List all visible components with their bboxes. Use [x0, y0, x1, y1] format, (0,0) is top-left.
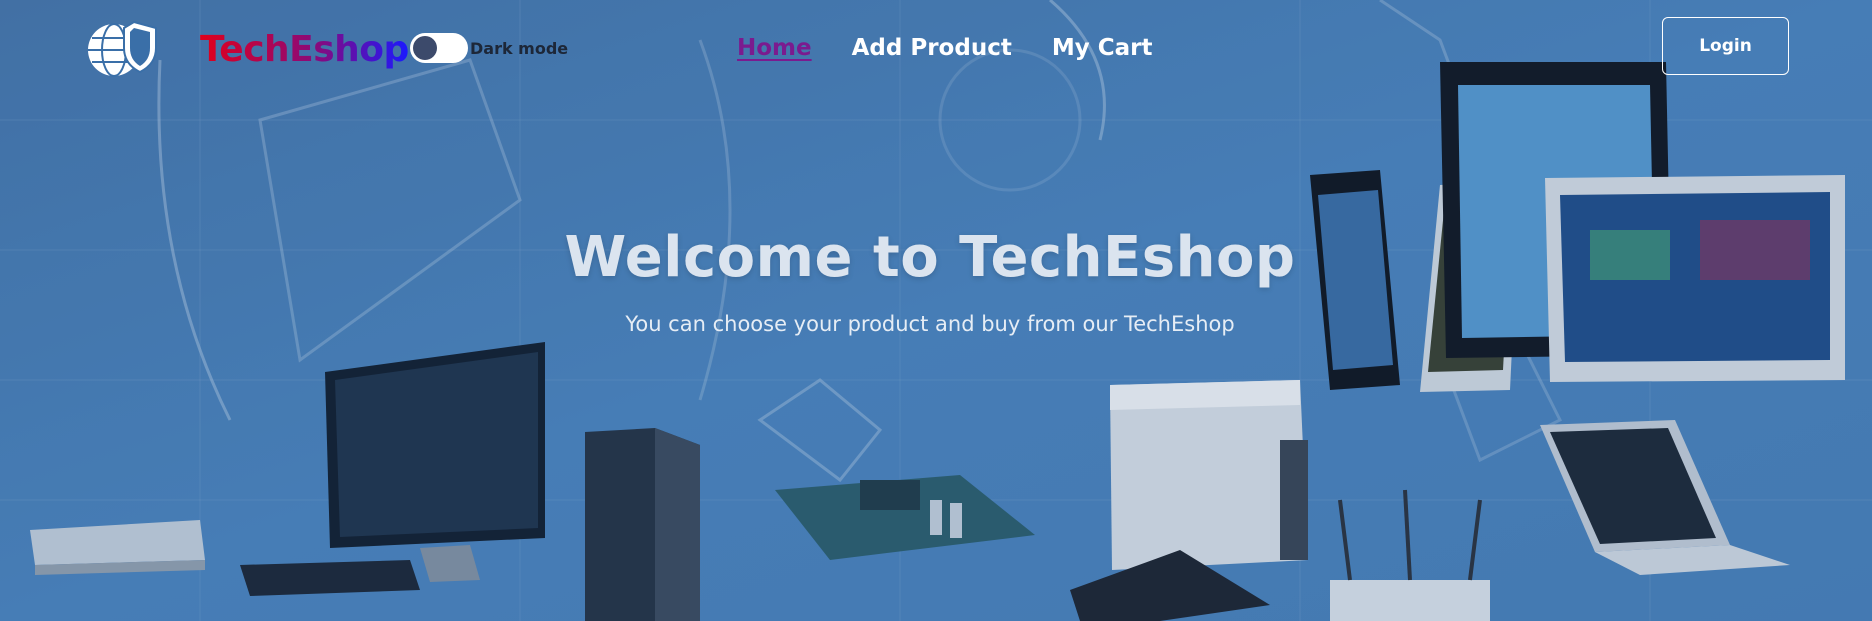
- brand-name[interactable]: TechEshop: [200, 26, 409, 74]
- dark-mode-label: Dark mode: [470, 38, 569, 58]
- nav-link-add-product[interactable]: Add Product: [852, 30, 1012, 66]
- dark-mode-switch: Dark mode: [410, 32, 568, 64]
- login-button[interactable]: Login: [1662, 17, 1789, 75]
- globe-shield-icon: [88, 20, 157, 77]
- nav-link-home[interactable]: Home: [737, 30, 812, 66]
- hero-subtitle: You can choose your product and buy from…: [625, 312, 1235, 336]
- nav-link-my-cart[interactable]: My Cart: [1052, 30, 1153, 66]
- site-logo[interactable]: [84, 18, 174, 78]
- hero-section: TechEshop Dark mode Home Add Product My …: [0, 0, 1872, 621]
- main-nav-links: Home Add Product My Cart: [737, 30, 1152, 66]
- dark-mode-toggle[interactable]: [410, 33, 468, 63]
- top-navbar: TechEshop Dark mode Home Add Product My …: [0, 0, 1872, 100]
- toggle-knob: [413, 36, 437, 60]
- hero-title: Welcome to TechEshop: [564, 225, 1296, 290]
- hero-content: Welcome to TechEshop You can choose your…: [0, 225, 1860, 336]
